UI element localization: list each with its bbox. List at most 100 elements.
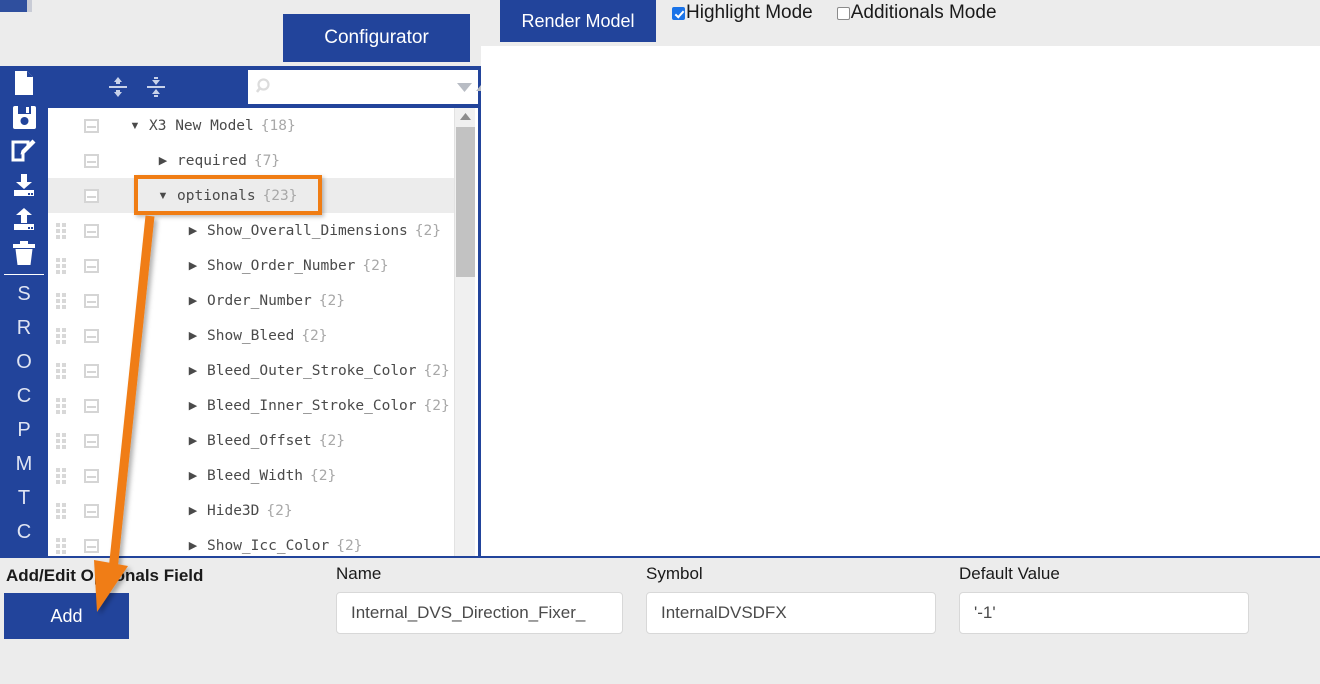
download-icon[interactable] (0, 168, 48, 202)
scroll-up-icon[interactable] (455, 108, 475, 125)
row-visibility-checkbox[interactable] (84, 118, 99, 133)
row-visibility-checkbox[interactable] (84, 503, 99, 518)
drag-handle-icon[interactable] (56, 257, 74, 274)
chevron-right-icon[interactable]: ▶ (185, 364, 201, 377)
tree-search-box[interactable] (248, 70, 491, 104)
tree-row-label: X3 New Model (149, 117, 254, 134)
row-visibility-checkbox[interactable] (84, 433, 99, 448)
rail-item-a[interactable]: A (0, 549, 48, 559)
tree-row-body: ▶ Bleed_Offset {2} (99, 433, 457, 449)
row-visibility-checkbox[interactable] (84, 223, 99, 238)
tree-row-count: {2} (414, 222, 441, 239)
rail-item-r[interactable]: R (0, 311, 48, 345)
delete-icon[interactable] (0, 236, 48, 270)
tree-row-count: {2} (423, 397, 450, 414)
drag-handle-icon[interactable] (56, 222, 74, 239)
tree-row-body: ▶ Order_Number {2} (99, 293, 457, 309)
chevron-right-icon[interactable]: ▶ (155, 154, 171, 167)
row-visibility-checkbox[interactable] (84, 398, 99, 413)
tree-row-body: ▼ X3 New Model {18} (99, 118, 457, 134)
drag-handle-icon[interactable] (56, 292, 74, 309)
row-visibility-checkbox[interactable] (84, 538, 99, 553)
chevron-right-icon[interactable]: ▶ (185, 504, 201, 517)
render-canvas[interactable] (481, 46, 1320, 558)
chevron-right-icon[interactable]: ▶ (185, 434, 201, 447)
chevron-right-icon[interactable]: ▶ (185, 399, 201, 412)
tree-row[interactable]: ▶ Bleed_Outer_Stroke_Color {2} (48, 353, 457, 388)
tree-row-count: {2} (336, 537, 363, 554)
rail-item-m[interactable]: M (0, 447, 48, 481)
add-button[interactable]: Add (4, 593, 129, 639)
drag-handle-icon[interactable] (56, 397, 74, 414)
row-visibility-checkbox[interactable] (84, 188, 99, 203)
rail-item-t[interactable]: T (0, 481, 48, 515)
default-value-field-group: Default Value (959, 564, 1249, 634)
rail-item-p[interactable]: P (0, 413, 48, 447)
tree-row[interactable]: ▼ X3 New Model {18} (48, 108, 457, 143)
rail-item-c2[interactable]: C (0, 515, 48, 549)
row-visibility-checkbox[interactable] (84, 468, 99, 483)
tree-row-body: ▶ Show_Order_Number {2} (99, 258, 457, 274)
drag-handle-icon[interactable] (56, 502, 74, 519)
configurator-button[interactable]: Configurator (283, 14, 470, 62)
rail-item-s[interactable]: S (0, 277, 48, 311)
search-input[interactable] (274, 79, 456, 95)
tree-row-count: {2} (362, 257, 389, 274)
tab-render-model[interactable]: Render Model (500, 0, 656, 42)
tree-row[interactable]: ▶ Bleed_Width {2} (48, 458, 457, 493)
additionals-mode-checkbox[interactable] (836, 6, 850, 20)
edit-icon[interactable] (0, 134, 48, 168)
chevron-right-icon[interactable]: ▶ (185, 329, 201, 342)
row-visibility-checkbox[interactable] (84, 153, 99, 168)
collapse-all-icon[interactable] (141, 75, 171, 99)
tree-row[interactable]: ▶ Show_Bleed {2} (48, 318, 457, 353)
drag-handle-icon[interactable] (56, 467, 74, 484)
drag-handle-icon[interactable] (56, 327, 74, 344)
chevron-right-icon[interactable]: ▶ (185, 224, 201, 237)
chevron-down-icon[interactable]: ▼ (155, 190, 171, 202)
scroll-thumb[interactable] (456, 127, 475, 277)
tree-row-count: {2} (301, 327, 328, 344)
drag-handle-icon[interactable] (56, 432, 74, 449)
tree-row[interactable]: ▶ Show_Order_Number {2} (48, 248, 457, 283)
tree-row[interactable]: ▶ Hide3D {2} (48, 493, 457, 528)
additionals-mode-toggle[interactable]: Additionals Mode (836, 2, 997, 24)
tree-row[interactable]: ▼ optionals {23} (48, 178, 457, 213)
highlight-mode-toggle[interactable]: Highlight Mode (672, 2, 813, 24)
additionals-mode-label: Additionals Mode (850, 2, 997, 23)
row-visibility-checkbox[interactable] (84, 293, 99, 308)
tree-row[interactable]: ▶ Order_Number {2} (48, 283, 457, 318)
highlight-mode-checkbox[interactable] (672, 6, 685, 20)
drag-handle-icon[interactable] (56, 362, 74, 379)
tree-row-label: Bleed_Inner_Stroke_Color (207, 397, 417, 414)
row-visibility-checkbox[interactable] (84, 363, 99, 378)
name-input[interactable] (336, 592, 623, 634)
chevron-right-icon[interactable]: ▶ (185, 259, 201, 272)
tree-row[interactable]: ▶ Bleed_Offset {2} (48, 423, 457, 458)
row-visibility-checkbox[interactable] (84, 328, 99, 343)
upload-icon[interactable] (0, 202, 48, 236)
chevron-right-icon[interactable]: ▶ (185, 539, 201, 552)
tree-row[interactable]: ▶ required {7} (48, 143, 457, 178)
left-icon-rail: S R O C P M T C A (0, 66, 48, 558)
row-visibility-checkbox[interactable] (84, 258, 99, 273)
rail-item-o[interactable]: O (0, 345, 48, 379)
tree-scrollbar[interactable] (454, 108, 475, 556)
new-file-icon[interactable] (0, 66, 48, 100)
chevron-down-icon[interactable]: ▼ (127, 120, 143, 132)
default-value-input[interactable] (959, 592, 1249, 634)
corner-tab (0, 0, 27, 12)
tree-row-label: Show_Order_Number (207, 257, 356, 274)
chevron-right-icon[interactable]: ▶ (185, 294, 201, 307)
search-next-icon[interactable] (456, 80, 473, 94)
symbol-field-label: Symbol (646, 564, 703, 583)
drag-handle-icon[interactable] (56, 537, 74, 554)
tree-row[interactable]: ▶ Bleed_Inner_Stroke_Color {2} (48, 388, 457, 423)
rail-item-c[interactable]: C (0, 379, 48, 413)
tree-row[interactable]: ▶ Show_Icc_Color {2} (48, 528, 457, 556)
tree-row[interactable]: ▶ Show_Overall_Dimensions {2} (48, 213, 457, 248)
symbol-input[interactable] (646, 592, 936, 634)
chevron-right-icon[interactable]: ▶ (185, 469, 201, 482)
save-icon[interactable] (0, 100, 48, 134)
expand-all-icon[interactable] (103, 75, 133, 99)
